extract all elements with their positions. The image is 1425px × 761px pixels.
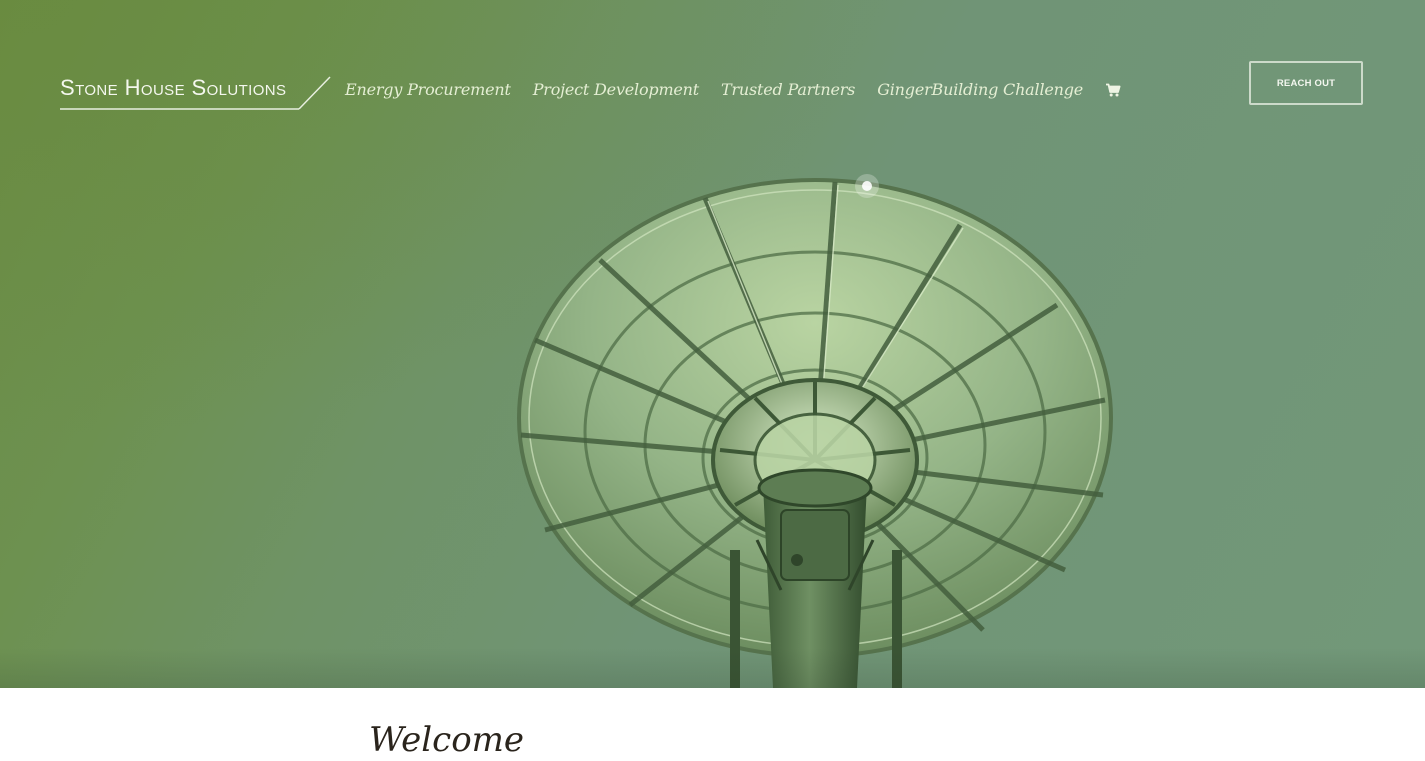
nav-item-project-development[interactable]: Project Development [533,79,700,101]
logo-underline-graphic [60,76,331,110]
nav-item-trusted-partners[interactable]: Trusted Partners [721,79,855,101]
site-logo-link[interactable]: Stone House Solutions [60,76,335,112]
cart-link[interactable] [1105,82,1121,98]
reach-out-button[interactable]: REACH OUT [1249,61,1363,105]
satellite-dish-image [517,174,1113,688]
page: Stone House Solutions Energy Procurement… [0,0,1425,761]
hero-banner: Stone House Solutions Energy Procurement… [0,0,1425,688]
main-nav: Energy Procurement Project Development T… [345,78,1121,102]
shopping-cart-icon [1106,83,1121,97]
nav-item-energy-procurement[interactable]: Energy Procurement [345,79,511,101]
main-content: Welcome [0,688,1425,761]
nav-item-gingerbuilding-challenge[interactable]: GingerBuilding Challenge [877,79,1083,101]
welcome-heading: Welcome [369,720,525,760]
